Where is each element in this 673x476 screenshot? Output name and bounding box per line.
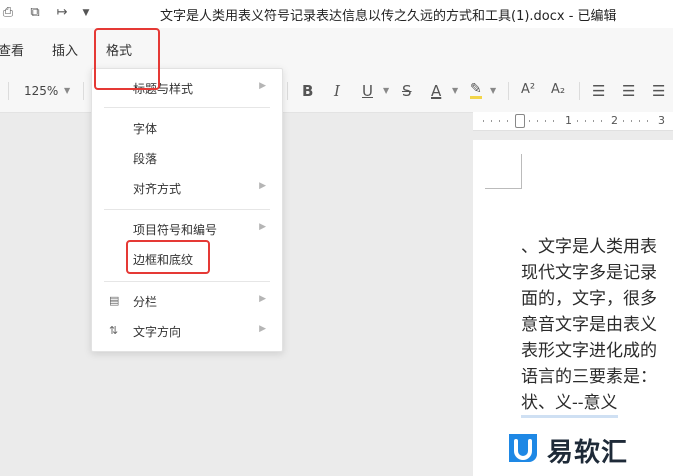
menu-divider bbox=[104, 209, 270, 210]
underline-chevron-icon[interactable]: ▼ bbox=[383, 86, 389, 95]
menu-item-text-direction[interactable]: ⇅ 文字方向 ▶ bbox=[92, 317, 282, 347]
columns-icon: ▤ bbox=[109, 294, 120, 307]
toolbar-divider bbox=[83, 82, 84, 100]
watermark-text: 易软汇 bbox=[547, 438, 629, 468]
document-line: 语言的三要素是： bbox=[521, 367, 657, 387]
submenu-arrow-icon: ▶ bbox=[259, 324, 266, 334]
subscript-button[interactable]: A₂ bbox=[551, 82, 565, 97]
submenu-arrow-icon: ▶ bbox=[259, 294, 266, 304]
superscript-button[interactable]: A² bbox=[521, 82, 535, 97]
menu-item-label: 字体 bbox=[133, 122, 158, 136]
watermark-logo-icon bbox=[509, 434, 537, 462]
bold-button[interactable]: B bbox=[302, 82, 313, 100]
ruler[interactable]: 1 2 3 bbox=[473, 112, 673, 131]
submenu-arrow-icon: ▶ bbox=[259, 181, 266, 191]
menu-item-font[interactable]: 字体 bbox=[92, 114, 282, 144]
align-center-icon[interactable]: ☰ bbox=[622, 82, 635, 100]
menu-item-label: 项目符号和编号 bbox=[133, 223, 218, 237]
font-color-chevron-icon[interactable]: ▼ bbox=[452, 86, 458, 95]
menu-item-alignment[interactable]: 对齐方式 ▶ bbox=[92, 174, 282, 204]
highlight-icon[interactable]: ✎ bbox=[470, 82, 482, 99]
zoom-select[interactable]: 125% bbox=[24, 84, 58, 98]
align-left-icon[interactable]: ☰ bbox=[592, 82, 605, 100]
menu-divider bbox=[104, 281, 270, 282]
toolbar-divider bbox=[508, 82, 509, 100]
menu-item-label: 文字方向 bbox=[133, 325, 182, 339]
submenu-arrow-icon: ▶ bbox=[259, 222, 266, 232]
highlight-box-borders-shading bbox=[126, 240, 210, 274]
ruler-mark: 2 bbox=[611, 114, 618, 127]
align-right-icon[interactable]: ☰ bbox=[652, 82, 665, 100]
ruler-mark: 3 bbox=[658, 114, 665, 127]
document-line: 意音文字是由表义 bbox=[521, 315, 657, 335]
indent-marker-icon[interactable] bbox=[515, 114, 525, 128]
title-bar: ⎙ ⧉ ↦ ▼ 文字是人类用表义符号记录表达信息以传之久远的方式和工具(1).d… bbox=[0, 0, 673, 28]
font-color-button[interactable]: A bbox=[431, 82, 441, 100]
menu-item-columns[interactable]: ▤ 分栏 ▶ bbox=[92, 287, 282, 317]
printer-icon[interactable]: ⎙ bbox=[0, 5, 16, 21]
export-icon[interactable]: ⧉ bbox=[27, 5, 43, 21]
document-title: 文字是人类用表义符号记录表达信息以传之久远的方式和工具(1).docx - 已编… bbox=[160, 9, 617, 24]
document-line: 状、义--意义 bbox=[521, 388, 618, 418]
strikethrough-button[interactable]: S bbox=[402, 82, 412, 100]
zoom-chevron-icon[interactable]: ▼ bbox=[64, 86, 70, 95]
margin-corner-mark bbox=[485, 154, 522, 189]
submenu-arrow-icon: ▶ bbox=[259, 81, 266, 91]
text-direction-icon: ⇅ bbox=[109, 324, 119, 337]
ruler-ticks bbox=[577, 120, 607, 122]
highlight-chevron-icon[interactable]: ▼ bbox=[490, 86, 496, 95]
menu-item-label: 段落 bbox=[133, 152, 158, 166]
menu-item-paragraph[interactable]: 段落 bbox=[92, 144, 282, 174]
ruler-ticks bbox=[483, 120, 513, 122]
highlight-box-format-tab bbox=[94, 28, 160, 90]
menu-tab-view[interactable]: 查看 bbox=[0, 40, 24, 59]
ruler-ticks bbox=[529, 120, 559, 122]
document-line: 、文字是人类用表 bbox=[521, 237, 657, 257]
document-page[interactable]: 、文字是人类用表 现代文字多是记录 面的，文字，很多 意音文字是由表义 表形文字… bbox=[473, 140, 673, 476]
document-line: 表形文字进化成的 bbox=[521, 341, 657, 361]
toolbar-divider bbox=[8, 82, 9, 100]
menu-item-label: 对齐方式 bbox=[133, 182, 182, 196]
toolbar-divider bbox=[287, 82, 288, 100]
format-menu: 标题与样式 ▶ 字体 段落 对齐方式 ▶ 项目符号和编号 ▶ 边框和底纹 ▤ 分… bbox=[91, 68, 283, 352]
share-icon[interactable]: ↦ bbox=[54, 5, 70, 21]
italic-button[interactable]: I bbox=[334, 82, 340, 100]
dropdown-icon[interactable]: ▼ bbox=[78, 5, 94, 21]
document-line: 现代文字多是记录 bbox=[521, 263, 657, 283]
ruler-mark: 1 bbox=[565, 114, 572, 127]
underline-button[interactable]: U bbox=[362, 82, 373, 100]
toolbar-divider bbox=[579, 82, 580, 100]
ruler-ticks bbox=[623, 120, 653, 122]
document-line: 面的，文字，很多 bbox=[521, 289, 657, 309]
menu-item-label: 分栏 bbox=[133, 295, 158, 309]
menu-tab-insert[interactable]: 插入 bbox=[52, 40, 78, 59]
menu-divider bbox=[104, 107, 270, 108]
